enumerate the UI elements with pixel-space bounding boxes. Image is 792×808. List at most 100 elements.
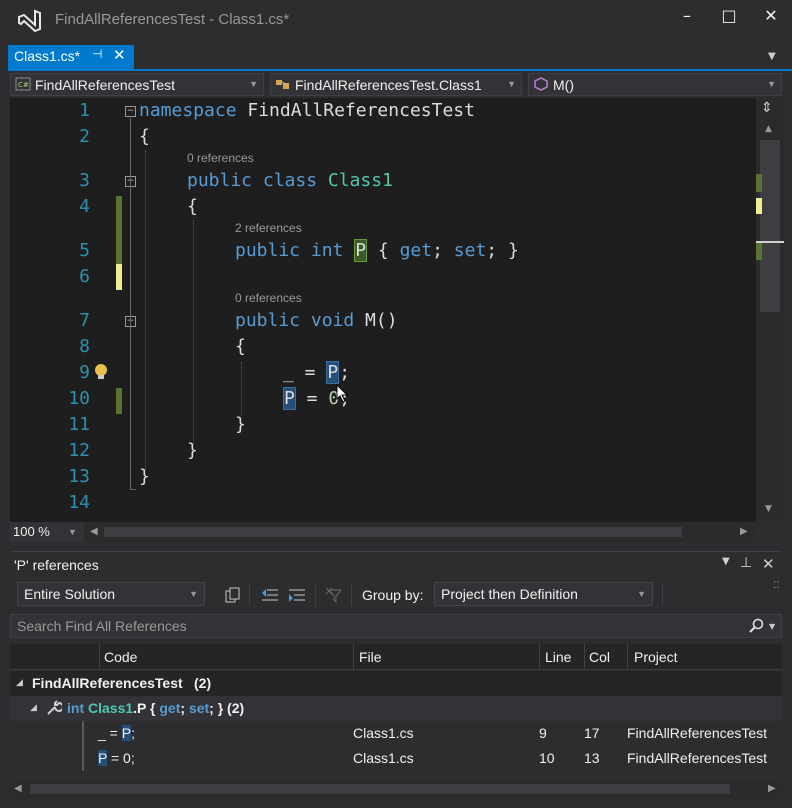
discard: _ — [283, 362, 294, 383]
expanded-triangle-icon[interactable]: ◢ — [30, 702, 37, 713]
search-icon[interactable] — [749, 618, 765, 634]
column-header-project[interactable]: Project — [634, 649, 678, 665]
toolbar-separator — [315, 584, 316, 606]
highlighted-symbol: P — [354, 239, 368, 262]
code-line: { — [235, 336, 246, 357]
scrollbar-thumb[interactable] — [760, 140, 780, 312]
vertical-scrollbar[interactable]: ⇕ ▲ ▼ — [756, 98, 784, 522]
column-separator[interactable] — [353, 644, 354, 670]
scroll-left-icon[interactable]: ◀ — [90, 526, 98, 537]
column-header-line[interactable]: Line — [545, 649, 571, 665]
toolbar-overflow-icon[interactable]: ⁚⁚ — [773, 580, 779, 591]
project-cell: FindAllReferencesTest — [627, 750, 768, 766]
copy-icon[interactable] — [224, 586, 242, 604]
minimize-button[interactable]: – — [674, 6, 700, 28]
toolbar-separator — [351, 584, 352, 606]
group-row-definition[interactable]: ◢ int Class1.P { get; set; } (2) — [10, 696, 782, 721]
scroll-right-icon[interactable]: ▶ — [740, 526, 748, 537]
search-options-chevron-icon[interactable]: ▼ — [769, 622, 775, 631]
identifier: FindAllReferencesTest — [236, 100, 475, 121]
project-dropdown[interactable]: C# FindAllReferencesTest ▼ — [10, 73, 264, 96]
tool-window-title: 'P' references — [14, 557, 99, 573]
csharp-project-icon: C# — [15, 77, 31, 91]
line-number: 3 — [79, 170, 90, 191]
keyword: public class — [187, 170, 318, 191]
code-line: _ = P; — [283, 361, 350, 384]
pin-icon[interactable]: ⊣ — [92, 47, 102, 61]
type-name: Class1 — [88, 700, 134, 716]
table-row[interactable]: P = 0; Class1.cs 10 13 FindAllReferences… — [10, 746, 782, 771]
toolbar-separator — [249, 584, 250, 606]
close-panel-icon[interactable]: ✕ — [762, 555, 775, 573]
horizontal-scrollbar[interactable]: ◀ ▶ — [84, 522, 756, 542]
next-location-icon[interactable] — [287, 586, 307, 604]
scrollbar-thumb[interactable] — [104, 527, 682, 537]
zoom-value: 100 % — [13, 524, 50, 539]
scope-dropdown[interactable]: Entire Solution ▼ — [17, 582, 205, 606]
caret-position-marker — [756, 241, 784, 243]
punctuation: ; — [180, 700, 189, 716]
tab-overflow-chevron-icon[interactable]: ▼ — [768, 51, 776, 62]
search-field[interactable]: Search Find All References ▼ — [10, 614, 782, 638]
line-number: 6 — [79, 266, 90, 287]
scroll-right-icon[interactable]: ▶ — [768, 783, 776, 794]
keyword: namespace — [139, 100, 237, 121]
code-line: { — [187, 196, 198, 217]
scroll-down-icon[interactable]: ▼ — [765, 504, 772, 514]
line-number: 12 — [68, 440, 90, 461]
column-separator[interactable] — [539, 644, 540, 670]
maximize-button[interactable]: □ — [716, 6, 742, 28]
tab-close-icon[interactable]: ✕ — [113, 46, 126, 64]
collapse-icon[interactable]: − — [125, 106, 136, 117]
member-dropdown[interactable]: M() ▼ — [528, 73, 782, 96]
tab-class1[interactable]: Class1.cs* ⊣ ✕ — [8, 45, 134, 69]
column-header-col[interactable]: Col — [589, 649, 610, 665]
group-by-dropdown[interactable]: Project then Definition ▼ — [434, 582, 653, 606]
visual-studio-logo-icon[interactable] — [16, 8, 42, 34]
split-editor-icon[interactable]: ⇕ — [761, 100, 773, 116]
code-line: } — [235, 414, 246, 435]
scroll-left-icon[interactable]: ◀ — [14, 783, 22, 794]
expanded-triangle-icon[interactable]: ◢ — [16, 677, 23, 688]
lightbulb-icon[interactable] — [92, 362, 110, 382]
code-line: public void M() — [235, 310, 398, 331]
column-header-code[interactable]: Code — [104, 649, 137, 665]
codelens-references[interactable]: 2 references — [235, 221, 302, 235]
change-marker-saved — [116, 388, 122, 414]
line-cell: 10 — [539, 750, 555, 766]
group-row-project[interactable]: ◢ FindAllReferencesTest (2) — [10, 671, 782, 696]
line-number: 8 — [79, 336, 90, 357]
table-row[interactable]: _ = P; Class1.cs 9 17 FindAllReferencesT… — [10, 721, 782, 746]
pin-icon[interactable]: ⊥ — [740, 555, 752, 571]
toolbar-separator — [662, 584, 663, 606]
column-header-file[interactable]: File — [359, 649, 382, 665]
svg-text:C#: C# — [18, 81, 29, 89]
scrollbar-thumb[interactable] — [30, 784, 730, 794]
outline-line — [130, 489, 136, 490]
results-horizontal-scrollbar[interactable]: ◀ ▶ — [10, 780, 782, 798]
column-separator[interactable] — [584, 644, 585, 670]
line-number: 14 — [68, 492, 90, 513]
file-cell: Class1.cs — [353, 725, 414, 741]
clear-filter-icon[interactable] — [324, 586, 344, 604]
scroll-up-icon[interactable]: ▲ — [765, 124, 772, 134]
type-dropdown[interactable]: FindAllReferencesTest.Class1 ▼ — [270, 73, 522, 96]
project-cell: FindAllReferencesTest — [627, 725, 768, 741]
column-separator[interactable] — [99, 644, 100, 670]
code-text: _ = — [98, 725, 122, 741]
line-number: 1 — [79, 100, 90, 121]
line-number: 11 — [68, 414, 90, 435]
property-wrench-icon — [47, 700, 62, 715]
member-dropdown-label: M() — [553, 77, 574, 93]
window-position-chevron-icon[interactable]: ▼ — [722, 556, 730, 567]
codelens-references[interactable]: 0 references — [235, 291, 302, 305]
close-button[interactable]: ✕ — [758, 6, 784, 28]
zoom-dropdown[interactable]: 100 % ▼ — [10, 522, 84, 542]
column-separator[interactable] — [627, 644, 628, 670]
tree-line — [82, 721, 84, 746]
change-marker-unsaved — [116, 264, 122, 290]
line-cell: 9 — [539, 725, 547, 741]
code-text: ; — [131, 725, 135, 741]
codelens-references[interactable]: 0 references — [187, 151, 254, 165]
previous-location-icon[interactable] — [260, 586, 280, 604]
